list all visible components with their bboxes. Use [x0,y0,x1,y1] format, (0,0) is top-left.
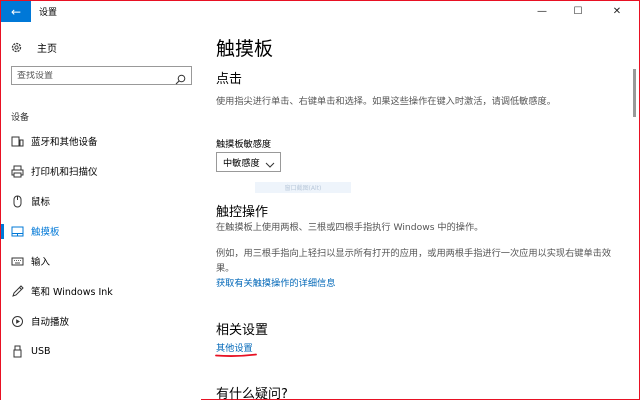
maximize-icon: ☐ [573,6,583,17]
sidebar-item-pen[interactable]: 笔和 Windows Ink [1,277,201,305]
sidebar-item-label: 打印机和扫描仪 [31,167,98,178]
search-icon[interactable] [175,70,186,85]
gestures-description: 在触摸板上使用两根、三根或四根手指执行 Windows 中的操作。 [216,222,484,233]
section-label-devices: 设备 [11,113,30,123]
mouse-icon [11,195,24,208]
close-icon: ✕ [612,6,622,17]
sidebar-item-label: 触摸板 [31,227,60,238]
autoplay-icon [11,315,24,328]
minimize-button[interactable]: — [524,1,560,22]
printer-icon [11,165,24,178]
settings-window: ← 设置 — ☐ ✕ 主页 设备 [0,0,640,400]
red-underline-annotation [215,353,257,357]
keyboard-icon [11,255,24,268]
sidebar-item-label: 蓝牙和其他设备 [31,137,98,148]
window-title: 设置 [39,8,58,18]
back-arrow-icon: ← [10,4,22,19]
additional-settings-link[interactable]: 其他设置 [216,340,253,354]
main-content: 触摸板 点击 使用指尖进行单击、右键单击和选择。如果这些操作在键入时激活，请调低… [201,22,631,400]
chevron-down-icon [264,156,276,168]
home-label: 主页 [37,43,57,55]
sidebar: 主页 设备 蓝牙和其他设备 打印机和扫描仪 鼠标 [1,22,201,400]
related-settings-heading: 相关设置 [216,323,269,338]
sensitivity-value: 中敏感度 [223,158,260,169]
sidebar-item-label: 输入 [31,257,51,268]
minimize-icon: — [537,6,547,17]
search-box[interactable] [11,66,192,85]
scrollbar-thumb[interactable] [633,69,636,117]
maximize-button[interactable]: ☐ [560,1,596,22]
sidebar-item-typing[interactable]: 输入 [1,247,201,275]
usb-icon [11,345,24,358]
sidebar-item-label: 鼠标 [31,197,51,208]
title-bar: ← 设置 — ☐ ✕ [1,1,639,22]
sidebar-item-touchpad[interactable]: 触摸板 [1,217,201,245]
sidebar-home[interactable]: 主页 [9,38,57,56]
gear-icon [9,40,23,54]
sidebar-item-label: 自动播放 [31,317,70,328]
sidebar-item-mouse[interactable]: 鼠标 [1,187,201,215]
tap-description: 使用指尖进行单击、右键单击和选择。如果这些操作在键入时激活，请调低敏感度。 [216,96,556,107]
gestures-learn-more-link[interactable]: 获取有关触摸操作的详细信息 [216,275,335,289]
bluetooth-devices-icon [11,135,24,148]
pen-icon [11,284,24,298]
sidebar-item-usb[interactable]: USB [1,337,201,365]
questions-heading: 有什么疑问? [216,387,288,400]
faded-screenshot-hint: 窗口截图(Alt) [255,182,351,193]
page-title: 触摸板 [216,38,274,60]
sidebar-item-autoplay[interactable]: 自动播放 [1,307,201,335]
gestures-heading: 触控操作 [216,205,269,220]
touchpad-icon [11,225,24,238]
sidebar-item-bluetooth[interactable]: 蓝牙和其他设备 [1,127,201,155]
sidebar-item-printers[interactable]: 打印机和扫描仪 [1,157,201,185]
tap-heading: 点击 [216,72,243,87]
sidebar-item-label: USB [31,345,51,357]
gestures-example: 例如，用三根手指向上轻扫以显示所有打开的应用，或用两根手指进行一次应用以实现右键… [216,248,612,274]
sensitivity-dropdown[interactable]: 中敏感度 [216,152,281,172]
search-input[interactable] [12,70,172,81]
back-button[interactable]: ← [1,1,31,22]
sensitivity-label: 触摸板敏感度 [216,139,272,150]
sidebar-item-label: 笔和 Windows Ink [31,287,113,298]
close-button[interactable]: ✕ [599,1,635,22]
